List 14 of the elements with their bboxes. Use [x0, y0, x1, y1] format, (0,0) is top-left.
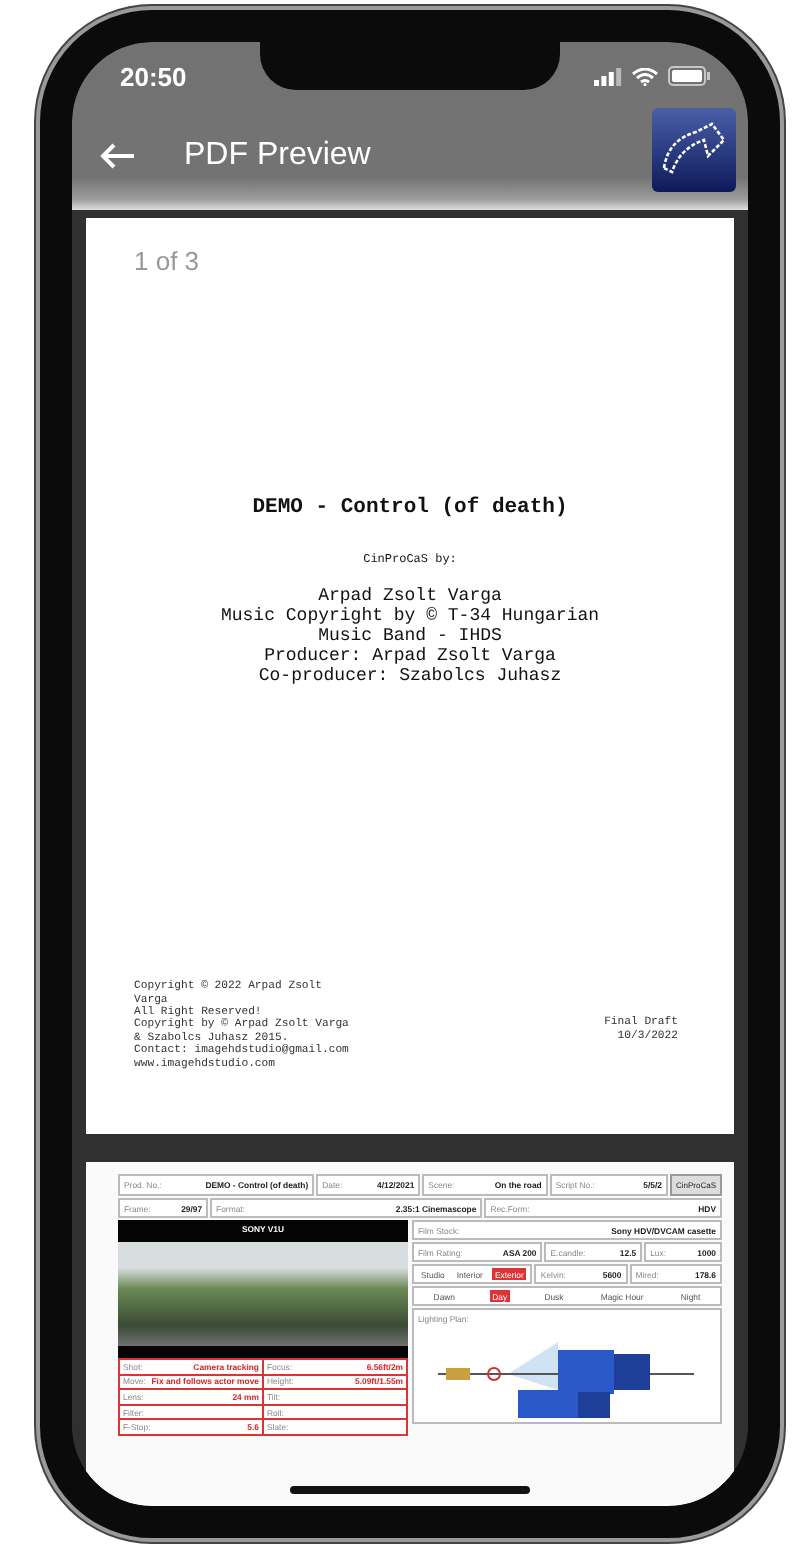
battery-icon — [668, 66, 712, 86]
back-arrow-icon[interactable] — [100, 142, 136, 170]
signal-icon — [594, 67, 622, 85]
header-title: PDF Preview — [184, 138, 373, 174]
credit-text: Music Band - IHDS — [318, 626, 502, 646]
credit-text: Music Copyright by © T-34 Hungarian — [220, 606, 600, 626]
credit-text: Co-producer: Szabolcs Juhasz — [258, 666, 562, 686]
wifi-icon — [632, 67, 658, 85]
credit-text: Arpad Zsolt Varga — [318, 586, 502, 606]
credit-text: Producer: Arpad Zsolt Varga — [264, 646, 556, 666]
app-logo-icon[interactable] — [652, 108, 736, 192]
script-title: DEMO - Control (of death) — [252, 496, 568, 520]
status-time: 20:50 — [120, 61, 187, 91]
page-indicator: 1 of 3 — [134, 246, 200, 276]
